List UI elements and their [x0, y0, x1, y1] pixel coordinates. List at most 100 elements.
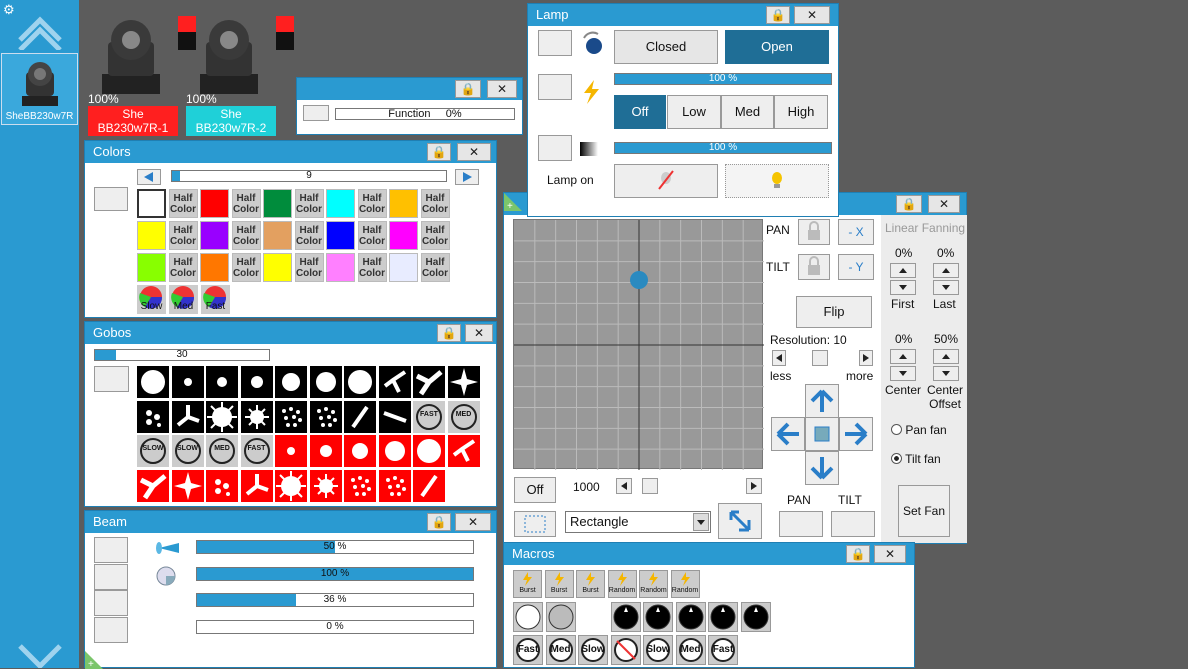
speed-more-button[interactable] [746, 478, 762, 494]
color-prev-button[interactable] [137, 169, 161, 185]
macro-dimmer-button[interactable] [643, 602, 673, 632]
gobo-x-button[interactable] [447, 435, 480, 467]
gobo-c12-button[interactable] [344, 366, 376, 398]
color-half-swatch[interactable]: Half Color [357, 221, 387, 250]
color-swatch[interactable] [200, 221, 229, 250]
lock-icon[interactable]: 🔒 [846, 545, 870, 563]
invert-y-button[interactable]: - Y [838, 254, 874, 280]
color-med-button[interactable]: Med [169, 285, 198, 314]
close-button[interactable]: ✕ [487, 80, 517, 98]
macro-dimmer-button[interactable] [545, 602, 576, 632]
color-half-swatch[interactable]: Half Color [420, 253, 450, 282]
color-swatch[interactable] [389, 189, 418, 218]
macro-dimmer-button[interactable] [740, 602, 771, 632]
resolution-slider-thumb[interactable] [812, 350, 828, 366]
move-up-button[interactable] [805, 384, 839, 418]
pantilt-position-dot[interactable] [630, 271, 648, 289]
pan-fan-radio[interactable]: Pan fan [891, 423, 947, 437]
fixture-1[interactable]: 100% She BB230w7R-1 [88, 10, 196, 136]
macro-speed-button[interactable] [610, 635, 641, 665]
color-slow-button[interactable]: Slow [137, 285, 166, 314]
shape-dropdown[interactable]: Rectangle [565, 511, 711, 533]
macro-speed-button[interactable]: Fast [708, 635, 738, 665]
move-down-button[interactable] [805, 451, 839, 485]
color-swatch[interactable] [137, 253, 166, 282]
macro-speed-button[interactable]: Med [545, 635, 576, 665]
macro-dimmer-button[interactable] [513, 602, 543, 632]
gobo-swirl-button[interactable] [240, 469, 273, 502]
color-half-swatch[interactable]: Half Color [357, 253, 387, 282]
gobo-c6-button[interactable] [240, 366, 273, 398]
speed-slider-thumb[interactable] [642, 478, 658, 494]
color-half-swatch[interactable]: Half Color [294, 189, 324, 218]
offset-up-button[interactable] [933, 349, 959, 364]
gobo-c10-button[interactable] [309, 366, 342, 398]
gobo-mdots-button[interactable] [275, 400, 307, 433]
first-down-button[interactable] [890, 280, 916, 295]
beam-toggle-button[interactable] [94, 590, 128, 616]
offset-down-button[interactable] [933, 366, 959, 381]
beam-toggle-button[interactable] [94, 537, 128, 563]
macro-speed-button[interactable]: Slow [578, 635, 608, 665]
tilt-fan-radio[interactable]: Tilt fan [891, 452, 941, 466]
flip-button[interactable]: Flip [796, 296, 872, 328]
pan-lock-button[interactable] [798, 219, 830, 245]
beam-slider[interactable]: 36 % [196, 593, 474, 607]
macro-dimmer-button[interactable] [708, 602, 738, 632]
macro-dimmer-button[interactable] [610, 602, 641, 632]
color-swatch[interactable] [389, 221, 418, 250]
gobo-toggle-button[interactable] [94, 366, 129, 392]
gobo-dots-button[interactable] [137, 400, 169, 433]
gobo-c10-button[interactable] [378, 435, 411, 467]
move-left-button[interactable] [771, 417, 805, 451]
lock-icon[interactable]: 🔒 [896, 195, 922, 213]
close-button[interactable]: ✕ [465, 324, 493, 342]
gobo-burst2-button[interactable] [240, 400, 273, 433]
function-button[interactable] [303, 105, 329, 121]
close-button[interactable]: ✕ [794, 6, 830, 24]
color-half-swatch[interactable]: Half Color [294, 253, 324, 282]
color-half-swatch[interactable]: Half Color [231, 253, 261, 282]
color-swatch[interactable] [263, 221, 292, 250]
shutter-open-button[interactable]: Open [725, 30, 829, 64]
last-up-button[interactable] [933, 263, 959, 278]
gobo-slider[interactable]: 30 [94, 349, 270, 361]
tilt-button[interactable] [831, 511, 875, 537]
add-icon[interactable]: + [504, 193, 522, 211]
gobo-med-button[interactable]: MED [447, 400, 480, 433]
gobo-c5-button[interactable] [206, 366, 238, 398]
shape-select-button[interactable] [514, 511, 556, 537]
gobo-slow-button[interactable]: SLOW [137, 435, 169, 467]
gobo-tri-button[interactable] [137, 469, 169, 502]
gobo-c9-button[interactable] [275, 366, 307, 398]
shutter-toggle-button[interactable] [538, 30, 572, 56]
color-swatch[interactable] [200, 189, 229, 218]
shape-apply-button[interactable] [718, 503, 762, 539]
lock-icon[interactable]: 🔒 [427, 513, 451, 531]
color-swatch[interactable] [137, 189, 166, 218]
color-half-swatch[interactable]: Half Color [294, 221, 324, 250]
close-button[interactable]: ✕ [457, 143, 491, 161]
gear-icon[interactable]: ⚙ [3, 2, 15, 18]
scroll-up-icon[interactable] [16, 10, 64, 50]
color-next-button[interactable] [455, 169, 479, 185]
color-half-swatch[interactable]: Half Color [420, 221, 450, 250]
center-up-button[interactable] [890, 349, 916, 364]
gobo-burst-button[interactable] [275, 469, 307, 502]
shutter-closed-button[interactable]: Closed [614, 30, 718, 64]
add-icon[interactable]: + [85, 651, 103, 669]
color-swatch[interactable] [326, 253, 355, 282]
beam-toggle-button[interactable] [94, 616, 128, 643]
macro-speed-button[interactable]: Slow [643, 635, 673, 665]
beam-slider[interactable]: 50 % [196, 540, 474, 554]
gobo-c12-button[interactable] [413, 435, 445, 467]
gobo-slow-button[interactable]: SLOW [171, 435, 204, 467]
color-half-swatch[interactable]: Half Color [168, 253, 198, 282]
lock-icon[interactable]: 🔒 [766, 6, 790, 24]
gobo-x-button[interactable] [378, 366, 411, 398]
strobe-toggle-button[interactable] [538, 74, 572, 100]
pan-button[interactable] [779, 511, 823, 537]
colors-toggle-button[interactable] [94, 187, 128, 211]
color-half-swatch[interactable]: Half Color [231, 189, 261, 218]
macro-speed-button[interactable]: Med [675, 635, 706, 665]
